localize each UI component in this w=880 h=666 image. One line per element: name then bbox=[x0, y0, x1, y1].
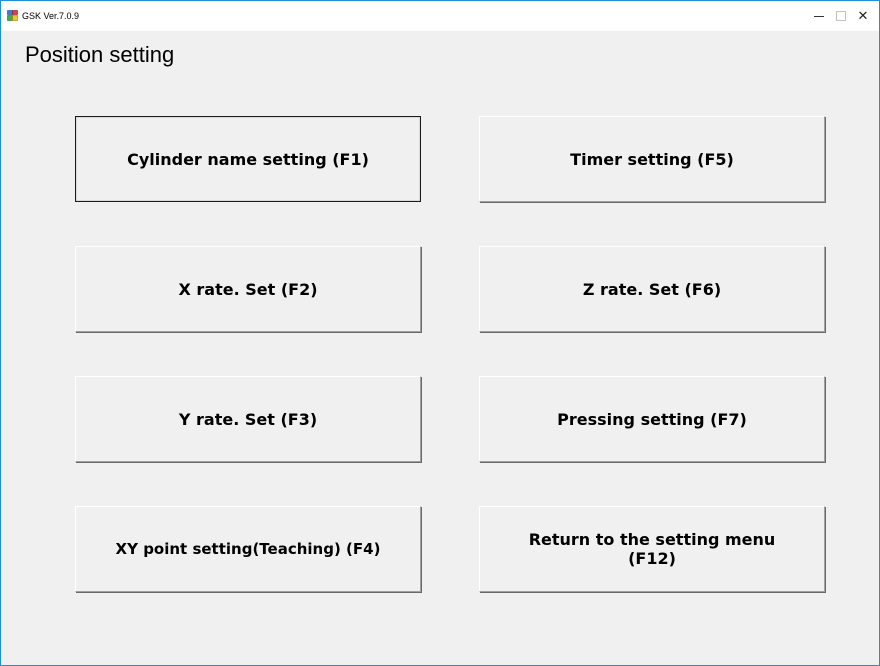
close-button[interactable]: ✕ bbox=[843, 1, 880, 31]
return-to-setting-menu-label: Return to the setting menu (F12) bbox=[529, 530, 776, 568]
window-title: GSK Ver.7.0.9 bbox=[22, 11, 80, 21]
cylinder-name-setting-button[interactable]: Cylinder name setting (F1) bbox=[75, 116, 421, 202]
z-rate-set-button[interactable]: Z rate. Set (F6) bbox=[479, 246, 825, 332]
return-label-line2: (F12) bbox=[628, 549, 676, 568]
return-label-line1: Return to the setting menu bbox=[528, 530, 776, 549]
return-to-setting-menu-button[interactable]: Return to the setting menu (F12) bbox=[479, 506, 825, 592]
x-rate-set-label: X rate. Set (F2) bbox=[178, 279, 318, 299]
close-icon: ✕ bbox=[857, 8, 869, 23]
xy-point-setting-label: XY point setting(Teaching) (F4) bbox=[115, 539, 381, 558]
y-rate-set-label: Y rate. Set (F3) bbox=[178, 409, 318, 429]
y-rate-set-button[interactable]: Y rate. Set (F3) bbox=[75, 376, 421, 462]
page-title: Position setting bbox=[25, 42, 175, 67]
z-rate-set-label: Z rate. Set (F6) bbox=[582, 279, 722, 299]
x-rate-set-button[interactable]: X rate. Set (F2) bbox=[75, 246, 421, 332]
cylinder-name-setting-label: Cylinder name setting (F1) bbox=[127, 149, 369, 169]
title-bar[interactable]: GSK Ver.7.0.9 ✕ bbox=[1, 1, 879, 31]
timer-setting-button[interactable]: Timer setting (F5) bbox=[479, 116, 825, 202]
pressing-setting-button[interactable]: Pressing setting (F7) bbox=[479, 376, 825, 462]
app-window-icon bbox=[7, 10, 18, 21]
pressing-setting-label: Pressing setting (F7) bbox=[557, 409, 747, 429]
xy-point-setting-button[interactable]: XY point setting(Teaching) (F4) bbox=[75, 506, 421, 592]
timer-setting-label: Timer setting (F5) bbox=[570, 149, 734, 169]
